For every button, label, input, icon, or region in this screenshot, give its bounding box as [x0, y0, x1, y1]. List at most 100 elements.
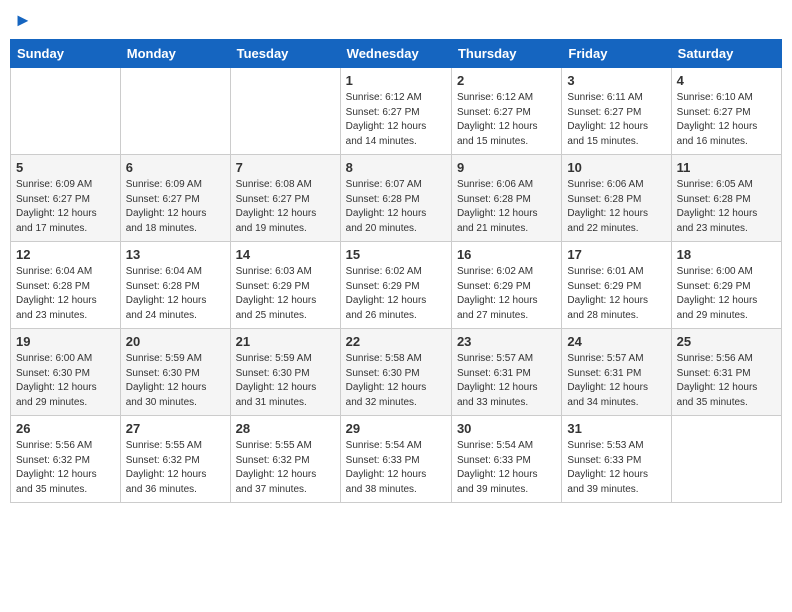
day-cell: 31 Sunrise: 5:53 AM Sunset: 6:33 PM Dayli… [562, 416, 671, 503]
day-info: Sunrise: 6:04 AM Sunset: 6:28 PM Dayligh… [126, 265, 225, 323]
day-info: Sunrise: 5:54 AM Sunset: 6:33 PM Dayligh… [346, 439, 446, 497]
day-info: Sunrise: 6:00 AM Sunset: 6:30 PM Dayligh… [16, 352, 115, 410]
day-number: 7 [236, 160, 335, 175]
day-number: 4 [677, 73, 776, 88]
weekday-header-sunday: Sunday [11, 40, 121, 68]
day-cell: 1 Sunrise: 6:12 AM Sunset: 6:27 PM Daylig… [340, 68, 451, 155]
day-cell: 9Sunrise: 6:06 AM Sunset: 6:28 PM Daylig… [451, 155, 561, 242]
day-number: 22 [346, 334, 446, 349]
day-number: 31 [567, 421, 665, 436]
weekday-header-wednesday: Wednesday [340, 40, 451, 68]
day-info: Sunrise: 5:57 AM Sunset: 6:31 PM Dayligh… [457, 352, 556, 410]
day-cell: 29 Sunrise: 5:54 AM Sunset: 6:33 PM Dayli… [340, 416, 451, 503]
weekday-header-tuesday: Tuesday [230, 40, 340, 68]
day-info: Sunrise: 5:55 AM Sunset: 6:32 PM Dayligh… [236, 439, 335, 497]
day-info: Sunrise: 5:58 AM Sunset: 6:30 PM Dayligh… [346, 352, 446, 410]
weekday-header-monday: Monday [120, 40, 230, 68]
day-info: Sunrise: 6:08 AM Sunset: 6:27 PM Dayligh… [236, 178, 335, 236]
day-number: 19 [16, 334, 115, 349]
day-info: Sunrise: 6:05 AM Sunset: 6:28 PM Dayligh… [677, 178, 776, 236]
weekday-header-row: SundayMondayTuesdayWednesdayThursdayFrid… [11, 40, 782, 68]
day-cell: 18 Sunrise: 6:00 AM Sunset: 6:29 PM Dayli… [671, 242, 781, 329]
day-info: Sunrise: 5:57 AM Sunset: 6:31 PM Dayligh… [567, 352, 665, 410]
day-cell [120, 68, 230, 155]
day-number: 14 [236, 247, 335, 262]
day-cell: 25Sunrise: 5:56 AM Sunset: 6:31 PM Dayli… [671, 329, 781, 416]
day-cell: 20Sunrise: 5:59 AM Sunset: 6:30 PM Dayli… [120, 329, 230, 416]
day-cell: 19 Sunrise: 6:00 AM Sunset: 6:30 PM Dayli… [11, 329, 121, 416]
day-number: 29 [346, 421, 446, 436]
day-info: Sunrise: 5:54 AM Sunset: 6:33 PM Dayligh… [457, 439, 556, 497]
day-cell: 17 Sunrise: 6:01 AM Sunset: 6:29 PM Dayli… [562, 242, 671, 329]
day-info: Sunrise: 5:59 AM Sunset: 6:30 PM Dayligh… [126, 352, 225, 410]
day-number: 18 [677, 247, 776, 262]
day-info: Sunrise: 6:10 AM Sunset: 6:27 PM Dayligh… [677, 91, 776, 149]
day-cell: 6Sunrise: 6:09 AM Sunset: 6:27 PM Daylig… [120, 155, 230, 242]
day-number: 6 [126, 160, 225, 175]
day-number: 11 [677, 160, 776, 175]
day-info: Sunrise: 6:07 AM Sunset: 6:28 PM Dayligh… [346, 178, 446, 236]
logo-triangle: ► [14, 10, 32, 31]
day-cell [230, 68, 340, 155]
day-number: 23 [457, 334, 556, 349]
day-info: Sunrise: 5:59 AM Sunset: 6:30 PM Dayligh… [236, 352, 335, 410]
day-cell [671, 416, 781, 503]
day-cell: 14 Sunrise: 6:03 AM Sunset: 6:29 PM Dayli… [230, 242, 340, 329]
day-number: 1 [346, 73, 446, 88]
day-cell: 7 Sunrise: 6:08 AM Sunset: 6:27 PM Daylig… [230, 155, 340, 242]
day-number: 28 [236, 421, 335, 436]
day-info: Sunrise: 6:04 AM Sunset: 6:28 PM Dayligh… [16, 265, 115, 323]
day-number: 15 [346, 247, 446, 262]
day-number: 5 [16, 160, 115, 175]
day-cell: 11 Sunrise: 6:05 AM Sunset: 6:28 PM Dayli… [671, 155, 781, 242]
day-info: Sunrise: 6:11 AM Sunset: 6:27 PM Dayligh… [567, 91, 665, 149]
day-number: 13 [126, 247, 225, 262]
day-info: Sunrise: 6:09 AM Sunset: 6:27 PM Dayligh… [16, 178, 115, 236]
day-cell: 10Sunrise: 6:06 AM Sunset: 6:28 PM Dayli… [562, 155, 671, 242]
day-number: 27 [126, 421, 225, 436]
day-info: Sunrise: 5:56 AM Sunset: 6:32 PM Dayligh… [16, 439, 115, 497]
page-header: ► [10, 10, 782, 31]
day-info: Sunrise: 6:01 AM Sunset: 6:29 PM Dayligh… [567, 265, 665, 323]
day-info: Sunrise: 6:00 AM Sunset: 6:29 PM Dayligh… [677, 265, 776, 323]
week-row-3: 12 Sunrise: 6:04 AM Sunset: 6:28 PM Dayli… [11, 242, 782, 329]
week-row-2: 5 Sunrise: 6:09 AM Sunset: 6:27 PM Daylig… [11, 155, 782, 242]
day-info: Sunrise: 6:02 AM Sunset: 6:29 PM Dayligh… [457, 265, 556, 323]
day-info: Sunrise: 6:02 AM Sunset: 6:29 PM Dayligh… [346, 265, 446, 323]
day-number: 10 [567, 160, 665, 175]
day-info: Sunrise: 6:03 AM Sunset: 6:29 PM Dayligh… [236, 265, 335, 323]
day-info: Sunrise: 6:12 AM Sunset: 6:27 PM Dayligh… [346, 91, 446, 149]
day-number: 21 [236, 334, 335, 349]
day-number: 16 [457, 247, 556, 262]
day-cell: 8 Sunrise: 6:07 AM Sunset: 6:28 PM Daylig… [340, 155, 451, 242]
week-row-1: 1 Sunrise: 6:12 AM Sunset: 6:27 PM Daylig… [11, 68, 782, 155]
day-info: Sunrise: 6:12 AM Sunset: 6:27 PM Dayligh… [457, 91, 556, 149]
calendar-table: SundayMondayTuesdayWednesdayThursdayFrid… [10, 39, 782, 503]
day-cell: 27 Sunrise: 5:55 AM Sunset: 6:32 PM Dayli… [120, 416, 230, 503]
weekday-header-thursday: Thursday [451, 40, 561, 68]
day-cell: 23 Sunrise: 5:57 AM Sunset: 6:31 PM Dayli… [451, 329, 561, 416]
weekday-header-saturday: Saturday [671, 40, 781, 68]
logo: ► [14, 10, 32, 31]
day-cell: 15 Sunrise: 6:02 AM Sunset: 6:29 PM Dayli… [340, 242, 451, 329]
day-number: 12 [16, 247, 115, 262]
day-cell: 13 Sunrise: 6:04 AM Sunset: 6:28 PM Dayli… [120, 242, 230, 329]
day-number: 3 [567, 73, 665, 88]
week-row-5: 26 Sunrise: 5:56 AM Sunset: 6:32 PM Dayli… [11, 416, 782, 503]
day-cell: 30Sunrise: 5:54 AM Sunset: 6:33 PM Dayli… [451, 416, 561, 503]
day-number: 17 [567, 247, 665, 262]
day-cell: 21 Sunrise: 5:59 AM Sunset: 6:30 PM Dayli… [230, 329, 340, 416]
day-cell: 12 Sunrise: 6:04 AM Sunset: 6:28 PM Dayli… [11, 242, 121, 329]
day-info: Sunrise: 5:53 AM Sunset: 6:33 PM Dayligh… [567, 439, 665, 497]
day-cell: 16 Sunrise: 6:02 AM Sunset: 6:29 PM Dayli… [451, 242, 561, 329]
day-number: 8 [346, 160, 446, 175]
day-info: Sunrise: 5:55 AM Sunset: 6:32 PM Dayligh… [126, 439, 225, 497]
day-number: 2 [457, 73, 556, 88]
day-info: Sunrise: 5:56 AM Sunset: 6:31 PM Dayligh… [677, 352, 776, 410]
day-number: 26 [16, 421, 115, 436]
day-cell: 28 Sunrise: 5:55 AM Sunset: 6:32 PM Dayli… [230, 416, 340, 503]
weekday-header-friday: Friday [562, 40, 671, 68]
day-info: Sunrise: 6:06 AM Sunset: 6:28 PM Dayligh… [457, 178, 556, 236]
week-row-4: 19 Sunrise: 6:00 AM Sunset: 6:30 PM Dayli… [11, 329, 782, 416]
day-number: 24 [567, 334, 665, 349]
